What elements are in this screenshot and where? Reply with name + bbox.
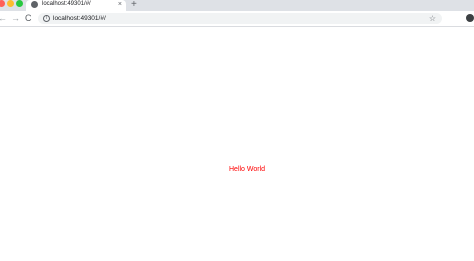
minimize-window-button[interactable] <box>7 0 14 7</box>
arrow-left-icon[interactable]: ← <box>0 12 7 24</box>
star-icon[interactable]: ☆ <box>429 13 436 24</box>
info-icon[interactable]: i <box>43 15 50 22</box>
toolbar: ← → C i localhost:49301/#/ ☆ <box>0 11 474 27</box>
tab-localhost[interactable]: localhost:49301/#/ × <box>26 0 126 11</box>
extension-icon[interactable] <box>466 14 474 22</box>
globe-icon <box>31 1 38 8</box>
maximize-window-button[interactable] <box>16 0 23 7</box>
url-text[interactable]: localhost:49301/#/ <box>53 13 106 24</box>
tab-strip: localhost:49301/#/ × + <box>0 0 474 11</box>
tab-title: localhost:49301/#/ <box>42 1 91 7</box>
reload-icon[interactable]: C <box>25 12 32 24</box>
arrow-right-icon[interactable]: → <box>11 12 20 24</box>
address-bar[interactable]: i localhost:49301/#/ ☆ <box>38 13 442 24</box>
close-icon[interactable]: × <box>118 0 122 9</box>
new-tab-button[interactable]: + <box>131 0 137 10</box>
hello-world-text: Hello World <box>229 166 266 173</box>
close-window-button[interactable] <box>0 0 5 7</box>
page-content: Hello World <box>0 27 474 261</box>
browser-window: localhost:49301/#/ × + ← → C i localhost… <box>0 0 474 261</box>
